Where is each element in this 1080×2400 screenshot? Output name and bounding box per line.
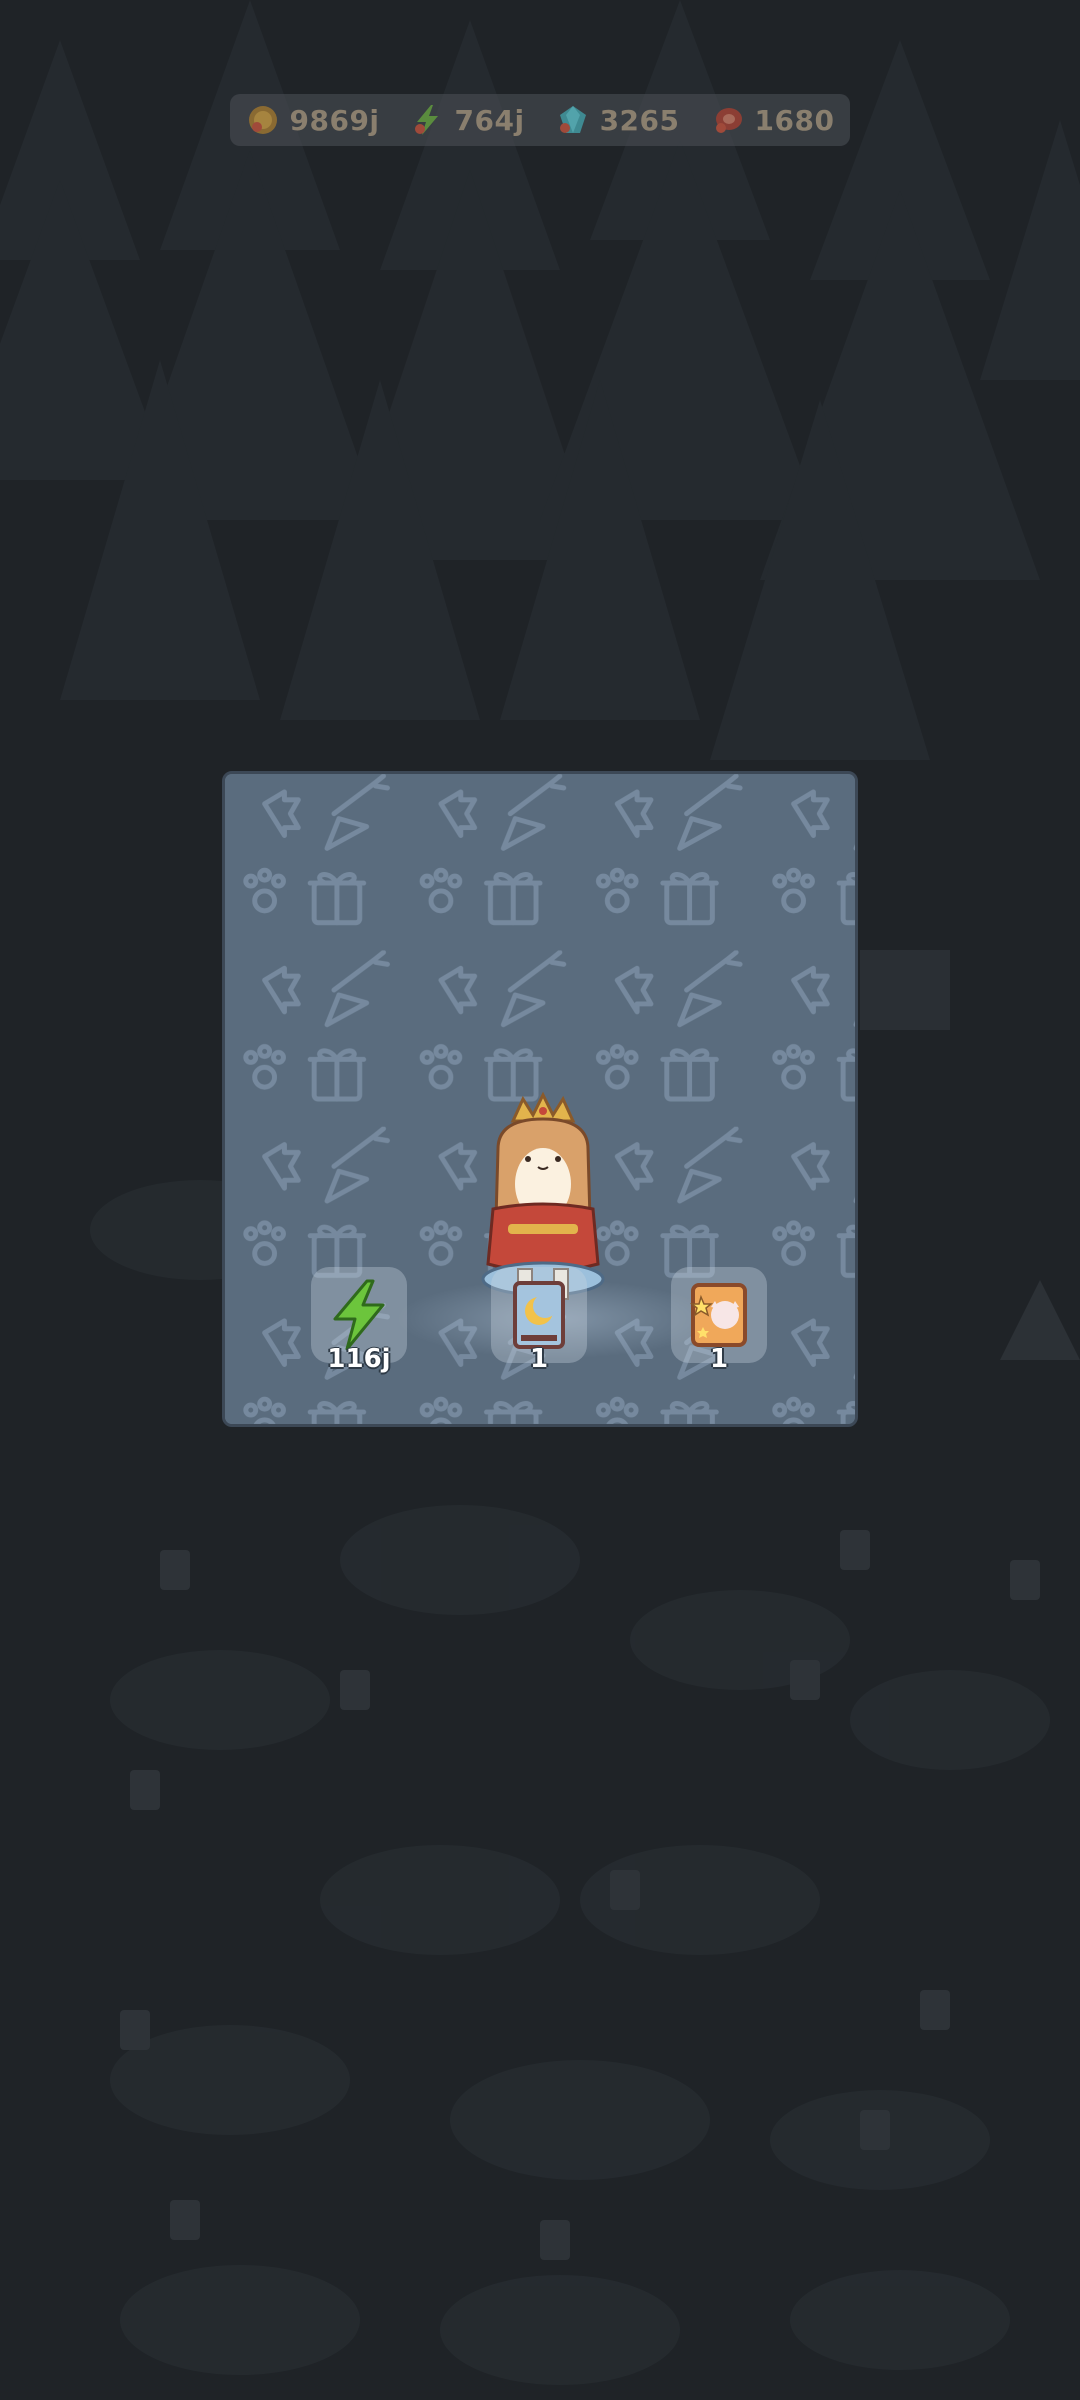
star-cat-card-icon [689,1283,747,1347]
coin-icon [248,106,277,134]
energy-value: 764j [454,103,525,137]
meat-counter[interactable]: 1680 [711,103,835,137]
reward-count-moon-card: 1 [529,1344,549,1374]
reward-count-star-cat-card: 1 [709,1344,729,1374]
resource-bar: 9869j 764j 3265 1680 [230,94,850,146]
gem-icon [559,106,586,133]
moon-card-icon [513,1281,565,1349]
gems-counter[interactable]: 3265 [556,103,680,137]
lightning-icon [414,105,438,135]
meat-icon [715,108,742,133]
reward-count-energy: 116j [327,1344,391,1374]
coins-counter[interactable]: 9869j [246,103,380,137]
meat-value: 1680 [754,103,835,137]
gems-value: 3265 [599,103,680,137]
coins-value: 9869j [289,103,380,137]
reward-panel[interactable]: 116j 1 1 [222,771,858,1427]
lightning-icon [333,1279,385,1351]
energy-counter[interactable]: 764j [411,103,525,137]
